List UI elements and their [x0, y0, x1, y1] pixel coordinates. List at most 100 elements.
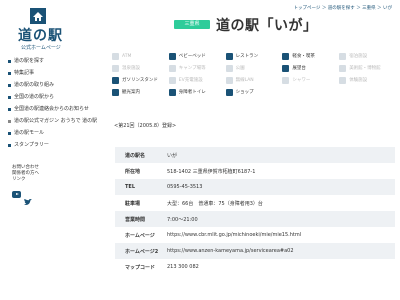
prefecture-badge: 三重県: [174, 20, 210, 29]
facility-icons: ATM ベビーベッド レストラン 軽食・喫茶 宿泊施設温泉施設 キャンプ場等 公園 展望台 美術…: [112, 52, 396, 96]
facility-item: ベビーベッド: [168, 52, 226, 60]
hot-spring-icon: [112, 64, 119, 72]
sidebar-item-7[interactable]: スタンプラリー: [8, 142, 104, 148]
row-value: 7:00〜21:00: [167, 216, 198, 223]
row-value: いが: [167, 152, 178, 159]
row-label: ホームページ: [125, 232, 155, 239]
bullet-icon: [8, 131, 11, 135]
row-value: 518-1402 三重県伊賀市柘植町6187-1: [167, 168, 256, 175]
facility-label: 体験施設: [349, 78, 368, 83]
sidebar: 道の駅 公式ホームページ 道の駅を探す特集記事道の駅の取り組み全国の道の駅から全…: [0, 0, 108, 300]
gas-station-icon: [112, 76, 119, 84]
facility-item: ATM: [112, 52, 169, 60]
row-value: 大型：66台 普通車：75（身障者用3）台: [167, 200, 263, 207]
bullet-icon: [8, 119, 11, 123]
registration-note: <第21回（2005.8）登録>: [114, 123, 177, 129]
links-link[interactable]: リンク: [12, 177, 39, 183]
table-row: 営業時間 7:00〜21:00: [115, 211, 395, 227]
sidebar-item-2[interactable]: 道の駅の取り組み: [8, 82, 104, 88]
row-value[interactable]: https://www.anzen-kameyama.jp/serviceare…: [167, 248, 395, 254]
facility-label: 宿泊施設: [349, 54, 368, 59]
facility-label: 軽食・喫茶: [292, 54, 315, 59]
baby-bed-icon: [168, 52, 176, 60]
park-icon: [225, 64, 233, 72]
shop-icon: [225, 88, 233, 96]
row-label: 道の駅名: [125, 152, 146, 159]
hotel-icon: [339, 52, 347, 60]
museum-icon: [339, 64, 347, 72]
facility-label: 公園: [235, 66, 245, 71]
bullet-icon: [8, 83, 11, 87]
facility-item: 宿泊施設: [339, 52, 396, 60]
sns-links: [12, 191, 32, 205]
sidebar-item-label: スタンプラリー: [14, 142, 49, 148]
facility-item: 無線LAN: [225, 76, 283, 84]
facility-label: キャンプ場等: [178, 66, 206, 71]
facility-label: ATM: [122, 53, 132, 59]
facility-label: ベビーベッド: [178, 54, 206, 59]
bullet-icon: [8, 59, 11, 63]
youtube-icon[interactable]: [12, 191, 21, 198]
facility-item: 軽食・喫茶: [282, 52, 339, 60]
sidebar-nav: 道の駅を探す特集記事道の駅の取り組み全国の道の駅から全国道の駅連絡会からのお知ら…: [8, 58, 104, 154]
facility-label: ガソリンスタンド: [122, 78, 158, 83]
twitter-icon[interactable]: [24, 191, 32, 205]
sidebar-item-3[interactable]: 全国の道の駅から: [8, 94, 104, 100]
logo-subtitle: 公式ホームページ: [21, 45, 61, 51]
facility-label: レストラン: [235, 54, 259, 59]
cafe-icon: [282, 52, 290, 60]
logo-title[interactable]: 道の駅: [18, 25, 63, 45]
row-value: 0595-45-3513: [167, 184, 203, 190]
breadcrumb[interactable]: トップページ ＞ 道の駅を探す ＞ 三重県 ＞ いが: [294, 5, 393, 11]
page-title: 道の駅「いが」: [216, 18, 318, 34]
table-row: TEL 0595-45-3513: [115, 179, 395, 195]
sidebar-item-1[interactable]: 特集記事: [8, 70, 104, 76]
facility-item: キャンプ場等: [168, 64, 226, 72]
facility-item: ガソリンスタンド: [112, 76, 169, 84]
facility-item: 展望台: [282, 64, 339, 72]
facility-label: シャワー: [292, 78, 311, 83]
footer-links: お問い合わせ 関係者の方へ リンク: [12, 165, 39, 183]
facility-item: レストラン: [225, 52, 283, 60]
facility-label: ショップ: [235, 90, 254, 95]
station-info-table: 道の駅名 いが 所在地 518-1402 三重県伊賀市柘植町6187-1 TEL 0595…: [115, 147, 395, 275]
sidebar-item-label: 道の駅を探す: [14, 58, 45, 64]
facility-item: 温泉施設: [112, 64, 169, 72]
sidebar-item-label: 道の駅モール: [14, 130, 45, 136]
bullet-icon: [8, 71, 11, 75]
facility-label: 展望台: [292, 66, 306, 71]
restaurant-icon: [225, 52, 233, 60]
bullet-icon: [8, 107, 11, 111]
facility-item: 美術館・博物館: [339, 64, 396, 72]
row-label: 駐車場: [125, 200, 141, 207]
table-row: 駐車場 大型：66台 普通車：75（身障者用3）台: [115, 195, 395, 211]
facility-label: EV充電施設: [178, 78, 203, 83]
sidebar-item-6[interactable]: 道の駅モール: [8, 130, 104, 136]
facility-item: 体験施設: [339, 76, 396, 84]
bullet-icon: [8, 95, 11, 99]
sidebar-item-label: 全国の道の駅から: [14, 94, 55, 100]
facility-label: 美術館・博物館: [349, 66, 381, 71]
experience-icon: [339, 76, 347, 84]
sidebar-item-0[interactable]: 道の駅を探す: [8, 58, 104, 64]
observatory-icon: [282, 64, 290, 72]
facility-item: EV充電施設: [168, 76, 226, 84]
sidebar-item-label: 道の駅公式マガジン おうちで 道の駅: [14, 118, 98, 124]
shower-icon: [282, 76, 290, 84]
row-label: TEL: [125, 184, 136, 190]
row-label: 営業時間: [125, 216, 146, 223]
sidebar-item-5[interactable]: 道の駅公式マガジン おうちで 道の駅: [8, 118, 104, 124]
facility-item: 観光案内: [112, 88, 169, 96]
facility-label: 身障者トイレ: [178, 90, 206, 95]
table-row: ホームページ2 https://www.anzen-kameyama.jp/ser…: [115, 243, 395, 259]
wifi-icon: [225, 76, 233, 84]
row-value[interactable]: https://www.cbr.mlit.go.jp/michinoeki/mi…: [167, 232, 395, 238]
sidebar-item-4[interactable]: 全国道の駅連絡会からのお知らせ: [8, 106, 104, 112]
facility-item: 公園: [225, 64, 283, 72]
sidebar-item-label: 全国道の駅連絡会からのお知らせ: [14, 106, 89, 112]
facility-item: 身障者トイレ: [168, 88, 226, 96]
table-row: マップコード 213 300 082: [115, 259, 395, 275]
bullet-icon: [8, 143, 11, 147]
michinoeki-logo-icon[interactable]: [30, 8, 46, 24]
table-row: 道の駅名 いが: [115, 147, 395, 163]
